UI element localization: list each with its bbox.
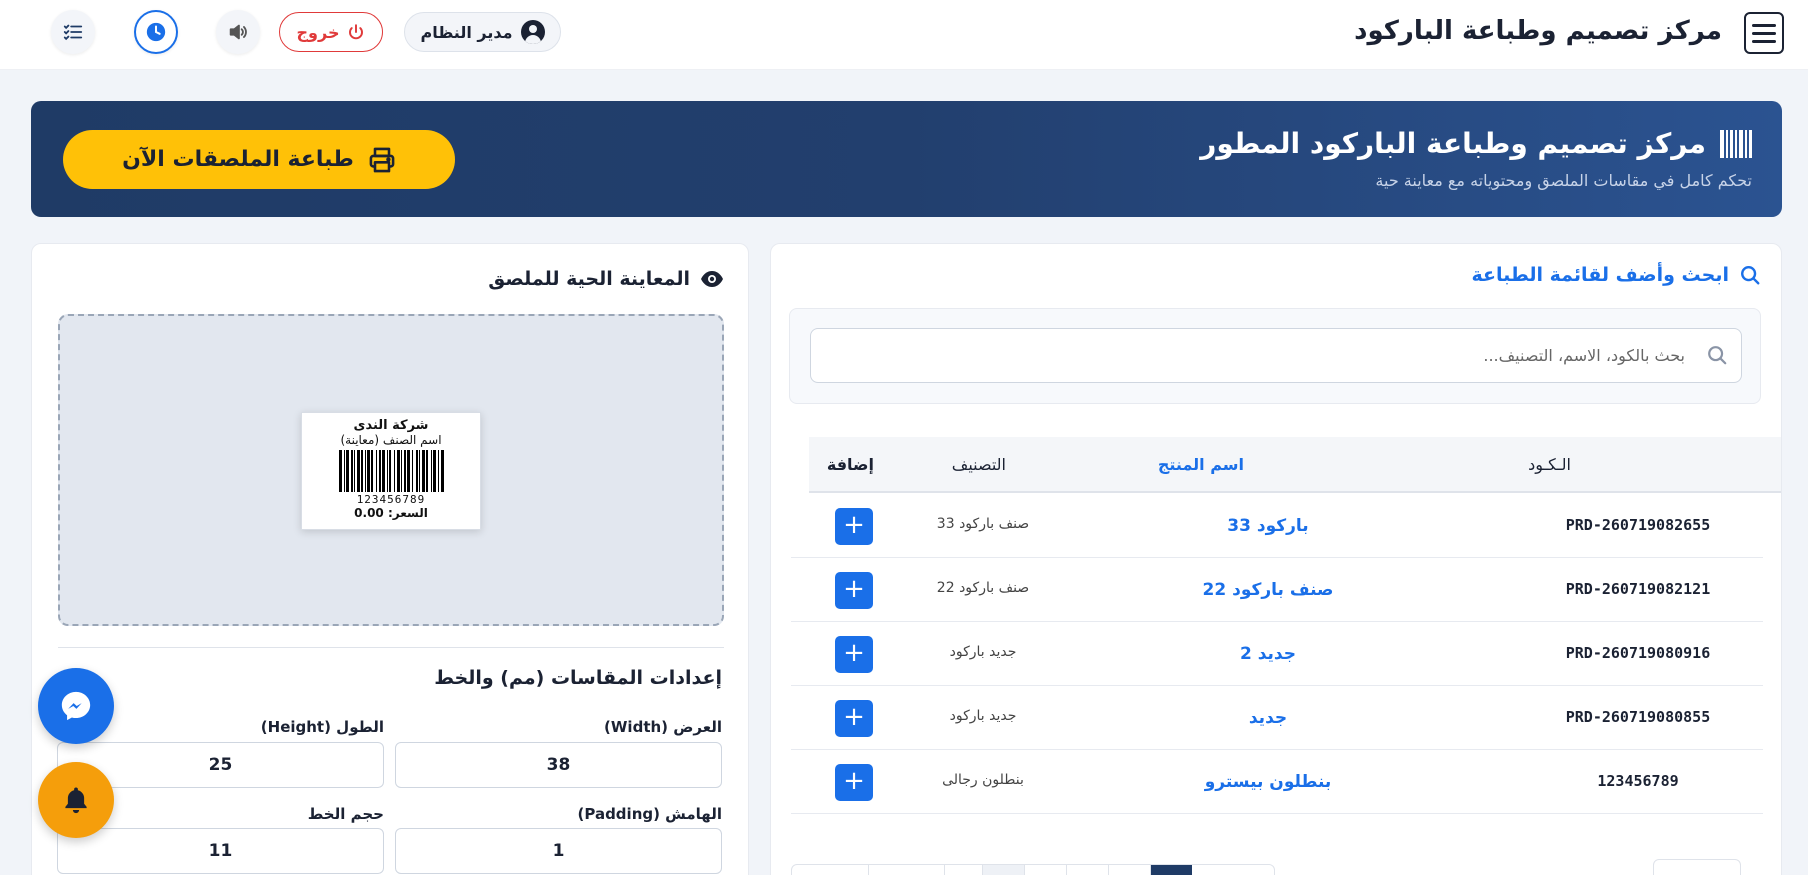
label-barcode-bars: [306, 450, 476, 492]
power-icon: [349, 24, 364, 40]
add-to-print-button[interactable]: +: [835, 700, 873, 737]
column-name[interactable]: اسم المنتج: [1158, 455, 1244, 474]
label-item-name: اسم الصنف (معاينة): [340, 433, 442, 447]
search-input[interactable]: [810, 328, 1742, 383]
page-size-select[interactable]: [1653, 859, 1741, 875]
font-size-input[interactable]: [57, 828, 384, 874]
logout-button[interactable]: خروج: [279, 12, 383, 52]
checklist-icon: [63, 24, 83, 41]
add-to-print-button[interactable]: +: [835, 636, 873, 673]
logout-label: خروج: [296, 22, 340, 42]
search-input-icon: [1708, 346, 1727, 365]
table-row: PRD-260719080855 جديد جديد باركود +: [791, 686, 1763, 750]
row-name[interactable]: باركود 33: [1173, 516, 1363, 536]
row-category: صنف باركود 33: [936, 516, 1030, 532]
column-category[interactable]: التصنيف: [952, 455, 1006, 474]
menu-button[interactable]: [1744, 12, 1784, 54]
row-category: صنف باركود 22: [936, 580, 1030, 596]
row-category: جديد باركود: [949, 708, 1017, 724]
row-code: PRD-260719080916: [1565, 644, 1711, 662]
add-to-print-button[interactable]: +: [835, 764, 873, 801]
user-button[interactable]: مدير النظام: [404, 12, 561, 52]
divider: [58, 647, 724, 648]
print-labels-label: طباعة الملصقات الآن: [122, 147, 354, 172]
table-row: 123456789 بنطلون بيسترو بنطلون رجالى +: [791, 750, 1763, 814]
width-input[interactable]: [395, 742, 722, 788]
row-name[interactable]: جديد: [1173, 708, 1363, 728]
row-name[interactable]: بنطلون بيسترو: [1173, 772, 1363, 792]
clock-button[interactable]: [134, 10, 178, 54]
label-barcode-number: 123456789: [356, 493, 426, 506]
table-row: PRD-260719082655 باركود 33 صنف باركود 33…: [791, 494, 1763, 558]
preview-card: المعاينة الحية للملصق شركة الندى اسم الص…: [31, 243, 749, 875]
top-bar: مركز تصميم وطباعة الباركود مدير النظام خ…: [0, 0, 1808, 70]
table-header: الـكـود اسم المنتج التصنيف إضافة: [809, 437, 1781, 493]
label-preview-area: شركة الندى اسم الصنف (معاينة) 123456789 …: [58, 314, 724, 626]
tasks-button[interactable]: [51, 10, 95, 54]
notifications-button[interactable]: [38, 762, 114, 838]
eye-icon: [701, 271, 723, 287]
width-label: العرض (Width): [604, 718, 722, 736]
row-name[interactable]: جديد 2: [1173, 644, 1363, 664]
barcode-icon: [1720, 129, 1752, 158]
row-code: PRD-260719082655: [1565, 516, 1711, 534]
table-row: PRD-260719080916 جديد 2 جديد باركود +: [791, 622, 1763, 686]
pagination[interactable]: [791, 864, 1275, 875]
menu-icon: [1752, 23, 1776, 27]
user-label: مدير النظام: [420, 22, 513, 42]
printer-icon: [369, 147, 395, 172]
search-icon: [1741, 266, 1760, 285]
label-company: شركة الندى: [353, 418, 429, 433]
table-row: PRD-260719082121 صنف باركود 22 صنف باركو…: [791, 558, 1763, 622]
barcode-label: شركة الندى اسم الصنف (معاينة) 123456789 …: [301, 412, 481, 530]
add-to-print-button[interactable]: +: [835, 508, 873, 545]
messenger-button[interactable]: [38, 668, 114, 744]
preview-section-title: المعاينة الحية للملصق: [488, 268, 724, 290]
search-section-title: ابحث وأضف لقائمة الطباعة: [1472, 264, 1762, 286]
column-add: إضافة: [826, 455, 874, 474]
messenger-icon: [61, 691, 91, 721]
bell-icon: [65, 787, 87, 814]
hero-title: مركز تصميم وطباعة الباركود المطور: [1200, 127, 1706, 160]
row-code: PRD-260719080855: [1565, 708, 1711, 726]
row-code: PRD-260719082121: [1565, 580, 1711, 598]
row-category: جديد باركود: [949, 644, 1017, 660]
column-code[interactable]: الـكـود: [1528, 455, 1571, 474]
clock-icon: [146, 22, 166, 42]
label-price: السعر: 0.00: [354, 506, 428, 520]
sound-button[interactable]: [216, 10, 260, 54]
row-category: بنطلون رجالى: [942, 772, 1024, 788]
pagination-active-page[interactable]: [1150, 865, 1192, 875]
font-size-label: حجم الخط: [307, 805, 384, 823]
print-labels-button[interactable]: طباعة الملصقات الآن: [63, 130, 455, 189]
row-name[interactable]: صنف باركود 22: [1173, 580, 1363, 600]
height-label: الطول (Height): [260, 718, 384, 736]
hero-subtitle: تحكم كامل في مقاسات الملصق ومحتوياته مع …: [1375, 171, 1752, 190]
user-icon: [520, 20, 545, 44]
dimensions-title: إعدادات المقاسات (مم) والخط: [434, 667, 722, 689]
search-container: [789, 308, 1761, 404]
speaker-icon: [229, 24, 247, 40]
add-to-print-button[interactable]: +: [835, 572, 873, 609]
app-title: مركز تصميم وطباعة الباركود: [1354, 16, 1722, 46]
search-card: ابحث وأضف لقائمة الطباعة الـكـود اسم الم…: [770, 243, 1782, 875]
hero-title-row: مركز تصميم وطباعة الباركود المطور: [1200, 127, 1752, 160]
hero-banner: مركز تصميم وطباعة الباركود المطور تحكم ك…: [31, 101, 1782, 217]
row-code: 123456789: [1597, 772, 1679, 790]
padding-label: الهامش (Padding): [577, 805, 723, 823]
padding-input[interactable]: [395, 828, 722, 874]
